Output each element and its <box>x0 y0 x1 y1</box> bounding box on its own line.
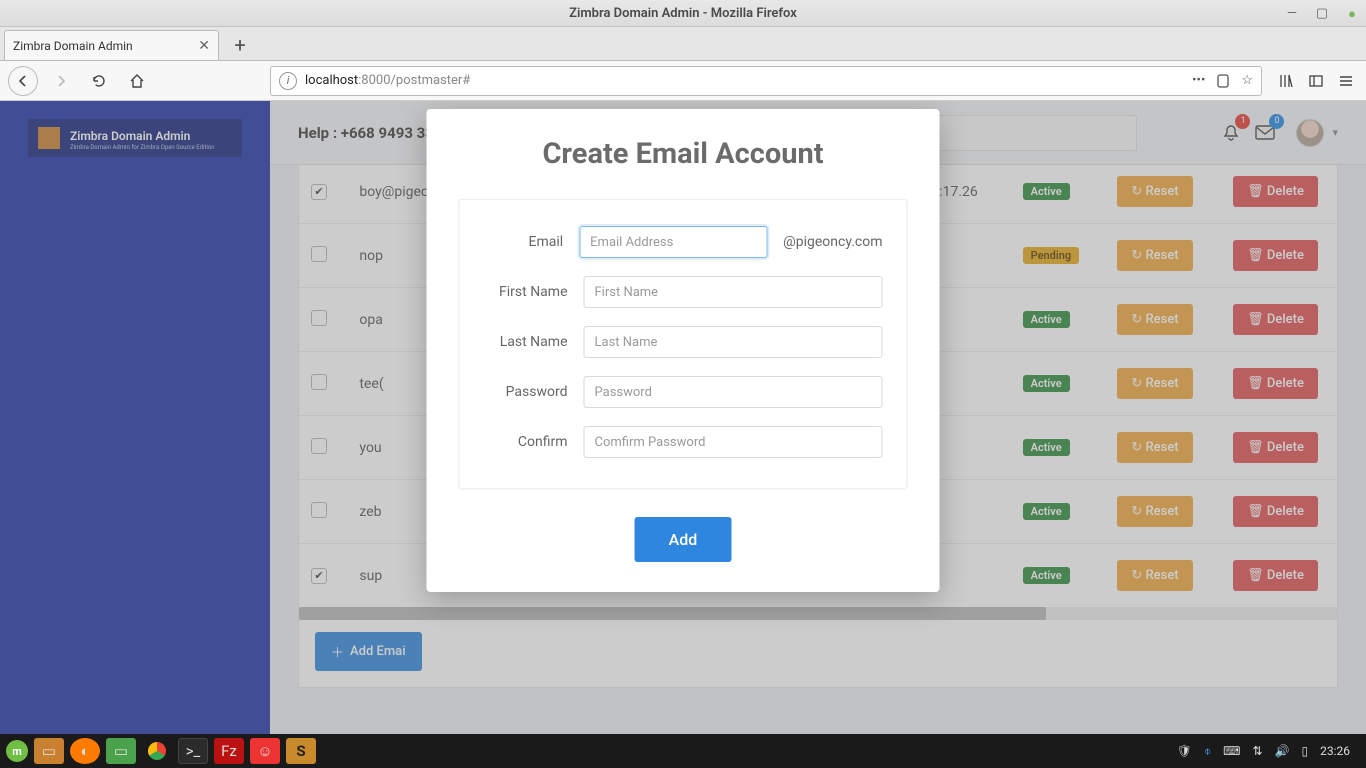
nav-reload-button[interactable] <box>84 66 114 96</box>
tray-clock[interactable]: 23:26 <box>1320 744 1350 758</box>
taskbar-sublime-icon[interactable]: S <box>286 738 316 764</box>
bookmark-star-icon[interactable]: ☆ <box>1241 73 1253 88</box>
browser-toolbar: i localhost:8000/postmaster# ••• ☆ <box>0 61 1366 101</box>
start-menu-icon[interactable]: m <box>6 740 28 762</box>
nav-home-button[interactable] <box>122 66 152 96</box>
modal-form-card: Email @pigeoncy.com First Name Last Name… <box>459 199 908 489</box>
window-maximize-button[interactable]: ▢ <box>1314 6 1330 22</box>
site-info-icon[interactable]: i <box>279 72 297 90</box>
reader-mode-icon[interactable] <box>1215 73 1231 89</box>
tab-close-icon[interactable]: ✕ <box>198 38 210 54</box>
browser-tab[interactable]: Zimbra Domain Admin ✕ <box>4 30 219 60</box>
create-email-modal: Create Email Account Email @pigeoncy.com… <box>427 109 940 592</box>
email-input[interactable] <box>579 226 767 258</box>
nav-back-button[interactable] <box>8 66 38 96</box>
window-close-button[interactable]: ● <box>1344 6 1360 22</box>
tray-volume-icon[interactable]: 🔊 <box>1275 744 1290 758</box>
os-titlebar: Zimbra Domain Admin - Mozilla Firefox — … <box>0 0 1366 27</box>
taskbar-chrome-icon[interactable] <box>142 738 172 764</box>
password-label: Password <box>484 384 584 400</box>
taskbar-files1-icon[interactable]: ▭ <box>34 738 64 764</box>
taskbar-app-icon[interactable]: ☺ <box>250 738 280 764</box>
browser-tab-title: Zimbra Domain Admin <box>13 39 133 53</box>
library-icon[interactable] <box>1278 73 1294 89</box>
sidebar-toggle-icon[interactable] <box>1308 73 1324 89</box>
taskbar-terminal-icon[interactable]: >_ <box>178 738 208 764</box>
url-path: :8000/postmaster# <box>358 73 470 88</box>
url-host: localhost <box>305 73 358 88</box>
confirm-input[interactable] <box>584 426 883 458</box>
password-input[interactable] <box>584 376 883 408</box>
confirm-label: Confirm <box>484 434 584 450</box>
browser-tabstrip: Zimbra Domain Admin ✕ + <box>0 27 1366 61</box>
tray-keyboard-icon[interactable]: ⌨ <box>1223 744 1240 758</box>
lastname-label: Last Name <box>484 334 584 350</box>
modal-add-button[interactable]: Add <box>635 517 732 562</box>
window-title: Zimbra Domain Admin - Mozilla Firefox <box>569 6 797 21</box>
new-tab-button[interactable]: + <box>225 30 255 60</box>
tray-bluetooth-icon[interactable]: ⌽ <box>1204 744 1211 759</box>
url-bar[interactable]: i localhost:8000/postmaster# ••• ☆ <box>270 66 1262 96</box>
email-domain-suffix: @pigeoncy.com <box>783 234 882 250</box>
firstname-input[interactable] <box>584 276 883 308</box>
taskbar-files2-icon[interactable]: ▭ <box>106 738 136 764</box>
taskbar-filezilla-icon[interactable]: Fz <box>214 738 244 764</box>
tray-network-icon[interactable]: ⇅ <box>1252 744 1262 758</box>
page-viewport: Zimbra Domain Admin Zimbra Domain Admin … <box>0 101 1366 734</box>
firstname-label: First Name <box>484 284 584 300</box>
tray-shield-icon[interactable]: 🛡 <box>1177 744 1192 758</box>
nav-forward-button[interactable] <box>46 66 76 96</box>
taskbar-firefox-icon[interactable]: ◐ <box>70 738 100 764</box>
tray-battery-icon[interactable]: ▯ <box>1302 744 1309 758</box>
modal-title: Create Email Account <box>427 137 940 171</box>
lastname-input[interactable] <box>584 326 883 358</box>
page-actions-icon[interactable]: ••• <box>1192 73 1205 88</box>
window-minimize-button[interactable]: — <box>1284 6 1300 22</box>
os-taskbar: m ▭ ◐ ▭ >_ Fz ☺ S 🛡 ⌽ ⌨ ⇅ 🔊 ▯ 23:26 <box>0 734 1366 768</box>
firefox-menu-icon[interactable] <box>1338 73 1354 89</box>
email-label: Email <box>484 234 580 250</box>
